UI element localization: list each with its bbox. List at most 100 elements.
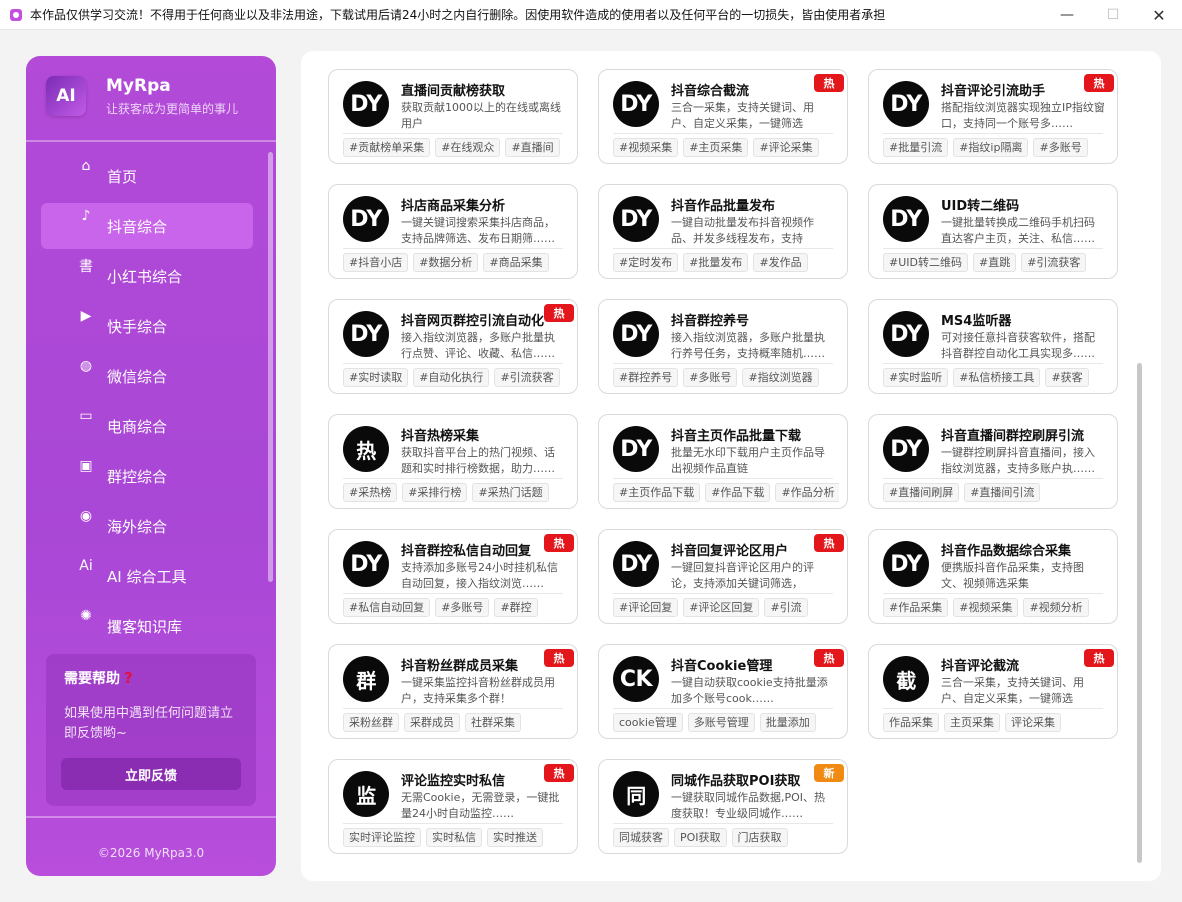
tool-card[interactable]: DY 抖音直播间群控刷屏引流 一键群控刷屏抖音直播间，接入指纹浏览器，支持多账户执…… — [868, 414, 1118, 509]
tag[interactable]: #采热门话题 — [472, 483, 549, 502]
tag[interactable]: 采群成员 — [404, 713, 460, 732]
tag[interactable]: 作品采集 — [883, 713, 939, 732]
tag[interactable]: 实时私信 — [426, 828, 482, 847]
sidebar-item-2[interactable]: 書小红书综合 — [41, 253, 253, 299]
sidebar-item-label: 电商综合 — [107, 417, 168, 436]
tool-card[interactable]: DY 抖音作品批量发布一键自动批量发布抖音视频作品、并发多线程发布，支持为…… #定… — [598, 184, 848, 279]
tag[interactable]: 门店获取 — [731, 828, 788, 847]
tag[interactable]: #引流 — [764, 598, 808, 617]
tool-card[interactable]: DY 抖音网页群控引流自动化 接入指纹浏览器，多账户批量执行点赞、评论、收藏、私信…… — [328, 299, 578, 394]
tool-card[interactable]: DY 抖音群控养号 接入指纹浏览器，多账户批量执行养号任务，支持概率随机…… #群控养… — [598, 299, 848, 394]
tool-card[interactable]: 截抖音评论截流三合一采集，支持关键词、用户、自定义采集，一键筛选符……作品采集主… — [868, 644, 1118, 739]
tag[interactable]: #主页作品下载 — [613, 483, 701, 502]
tag[interactable]: #数据分析 — [413, 253, 479, 272]
tag[interactable]: #视频采集 — [953, 598, 1019, 617]
sidebar-item-6[interactable]: ▣ 群控综合 — [41, 453, 253, 499]
tag[interactable]: 社群采集 — [465, 713, 521, 732]
tag[interactable]: #抖音小店 — [343, 253, 409, 272]
tool-card[interactable]: DY 抖音主页作品批量下载 批量无水印下载用户主页作品导出视频作品直链 #主页作品下载… — [598, 414, 848, 509]
tag[interactable]: #多账号 — [683, 368, 738, 387]
tag[interactable]: POI获取 — [674, 828, 727, 847]
tag[interactable]: 同城获客 — [613, 828, 669, 847]
main-scrollbar[interactable] — [1137, 363, 1142, 863]
tag[interactable]: 多账号管理 — [687, 713, 755, 732]
tag[interactable]: #指纹ip隔离 — [953, 138, 1029, 157]
tool-card[interactable]: DY MS4监听器 可对接任意抖音获客软件，搭配抖音群控自动化工具实现多…… #实时监… — [868, 299, 1118, 394]
tool-card[interactable]: CK 抖音Cookie管理 一键自动获取cookie支持批量添加多个账号cook……… — [598, 644, 848, 739]
sidebar-item-9[interactable]: ✺ 攫客知识库 — [41, 603, 253, 649]
sidebar-item-7[interactable]: ◉ 海外综合 — [41, 503, 253, 549]
tag[interactable]: #贡献榜单采集 — [343, 138, 431, 157]
tool-description: 便携版抖音作品采集，支持图文、视频筛选采集 — [941, 561, 1084, 590]
tag[interactable]: #获客 — [1045, 368, 1089, 387]
tag[interactable]: 采粉丝群 — [343, 713, 399, 732]
tag[interactable]: #私信桥接工具 — [953, 368, 1041, 387]
tag[interactable]: #UID转二维码 — [883, 253, 968, 272]
tool-title: 同城作品获取POI获取 — [671, 774, 801, 789]
tool-description: 一键自动批量发布抖音视频作品、并发多线程发布，支持为…… — [671, 216, 814, 245]
tag[interactable]: 批量添加 — [759, 713, 816, 732]
tag[interactable]: 实时评论监控 — [343, 828, 421, 847]
tag[interactable]: #采排行榜 — [402, 483, 468, 502]
tag[interactable]: #多账号 — [435, 598, 490, 617]
tool-card[interactable]: 群抖音粉丝群成员采集 一键采集监控抖音粉丝群成员用户，支持采集多个群！ 采粉丝群 采群… — [328, 644, 578, 739]
close-button[interactable]: ✕ — [1136, 0, 1182, 30]
tag[interactable]: #发作品 — [753, 253, 808, 272]
tag[interactable]: 评论采集 — [1005, 713, 1061, 732]
tag[interactable]: #引流获客 — [494, 368, 560, 387]
tool-card[interactable]: DY 抖店商品采集分析 一键关键词搜索采集抖店商品，支持品牌筛选、发布日期筛…… #抖… — [328, 184, 578, 279]
tag[interactable]: #评论区回复 — [683, 598, 760, 617]
tag-list: #作品采集 #视频采集 #视频分析 — [883, 598, 1109, 618]
tag[interactable]: #主页采集 — [683, 138, 749, 157]
tag[interactable]: #直播间刷屏 — [883, 483, 960, 502]
tag[interactable]: #多账号 — [1033, 138, 1088, 157]
tag[interactable]: #评论回复 — [613, 598, 679, 617]
tag[interactable]: #作品采集 — [883, 598, 949, 617]
tool-card[interactable]: 热抖音热榜采集 获取抖音平台上的热门视频、话题和实时排行榜数据，助力…… #采热榜 #… — [328, 414, 578, 509]
tool-card[interactable]: DY 抖音综合截流三合一采集，支持关键词、用户、自定义采集，一键筛选符…… #视频采… — [598, 69, 848, 164]
sidebar-item-0[interactable]: ⌂ 首页 — [41, 153, 253, 199]
tool-card[interactable]: 同同城作品获取POI获取 一键获取同城作品数据,POI、热度获取！专业级同城作……… — [598, 759, 848, 854]
tag[interactable]: #私信自动回复 — [343, 598, 431, 617]
tag[interactable]: #作品下载 — [705, 483, 771, 502]
tool-card[interactable]: DY 抖音群控私信自动回复 支持添加多账号24小时挂机私信自动回复，接入指纹浏览……… — [328, 529, 578, 624]
tool-card[interactable]: DY 抖音作品数据综合采集 便携版抖音作品采集，支持图文、视频筛选采集 #作品采集 #视… — [868, 529, 1118, 624]
tag[interactable]: #直跳 — [972, 253, 1017, 272]
tag[interactable]: 实时推送 — [487, 828, 543, 847]
sidebar-item-5[interactable]: ▭ 电商综合 — [41, 403, 253, 449]
tag[interactable]: #实时读取 — [343, 368, 409, 387]
tool-card[interactable]: DY 直播间贡献榜获取 获取贡献1000以上的在线或离线用户 #贡献榜单采集 #在线观众… — [328, 69, 578, 164]
maximize-button[interactable]: ☐ — [1090, 0, 1136, 30]
tool-card[interactable]: DY 抖音评论引流助手 搭配指纹浏览器实现独立IP指纹窗口，支持同一个账号多…… #批… — [868, 69, 1118, 164]
tag[interactable]: #作品分析 — [775, 483, 839, 502]
tag[interactable]: #定时发布 — [613, 253, 679, 272]
tag[interactable]: #引流获客 — [1021, 253, 1087, 272]
sidebar-item-8[interactable]: Ai AI 综合工具 — [41, 553, 253, 599]
tag[interactable]: #群控养号 — [613, 368, 679, 387]
tag[interactable]: #采热榜 — [343, 483, 398, 502]
tag[interactable]: cookie管理 — [613, 713, 683, 732]
tag[interactable]: #视频采集 — [613, 138, 679, 157]
sidebar-scrollbar[interactable] — [268, 152, 273, 582]
sidebar-item-1[interactable]: ♪ 抖音综合 — [41, 203, 253, 249]
tool-card[interactable]: DY 抖音回复评论区用户一键回复抖音评论区用户的评论，支持添加关键词筛选，回…… #… — [598, 529, 848, 624]
tag[interactable]: #评论采集 — [753, 138, 819, 157]
tag[interactable]: #在线观众 — [435, 138, 501, 157]
tag[interactable]: #视频分析 — [1023, 598, 1089, 617]
tag[interactable]: #商品采集 — [483, 253, 549, 272]
tool-card[interactable]: 监评论监控实时私信 无需Cookie，无需登录，一键批量24小时自动监控…… 实时评… — [328, 759, 578, 854]
tag[interactable]: #批量引流 — [883, 138, 949, 157]
tag[interactable]: #批量发布 — [683, 253, 749, 272]
tag[interactable]: #群控 — [494, 598, 538, 617]
tag[interactable]: #自动化执行 — [413, 368, 490, 387]
minimize-button[interactable]: — — [1044, 0, 1090, 30]
sidebar-item-3[interactable]: ▶ 快手综合 — [41, 303, 253, 349]
tag[interactable]: 主页采集 — [944, 713, 1000, 732]
tag[interactable]: #直播间引流 — [964, 483, 1041, 502]
sidebar-item-4[interactable]: ◍ 微信综合 — [41, 353, 253, 399]
tag[interactable]: #直播间 — [505, 138, 560, 157]
tag[interactable]: #指纹浏览器 — [742, 368, 819, 387]
feedback-button[interactable]: 立即反馈 — [61, 758, 241, 790]
tool-card[interactable]: DY UID转二维码 一键批量转换成二维码手机扫码直达客户主页，关注、私信…… #UI… — [868, 184, 1118, 279]
tag[interactable]: #实时监听 — [883, 368, 949, 387]
